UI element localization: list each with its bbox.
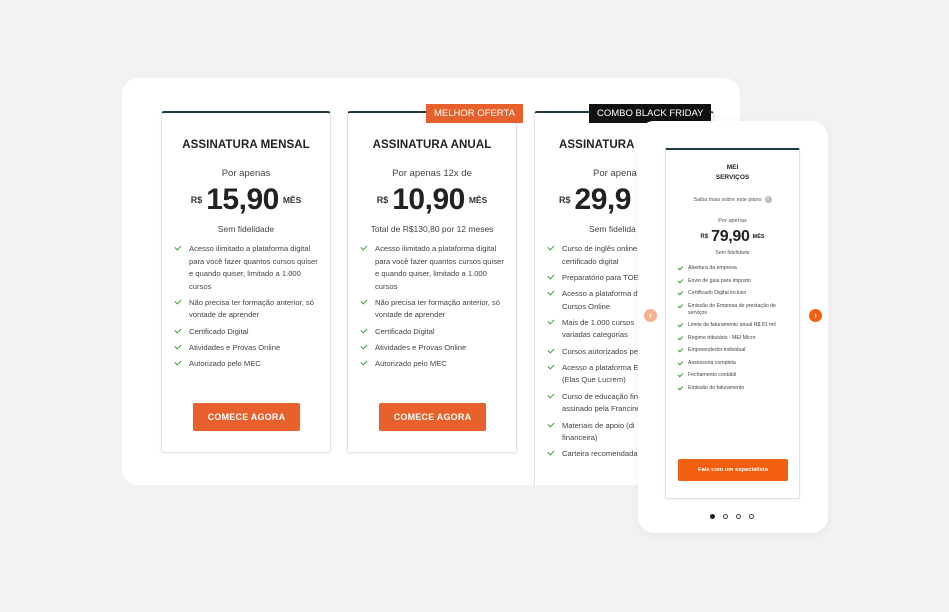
plan-title: ASSINATURA ANUAL (372, 139, 492, 151)
check-icon (677, 347, 683, 354)
check-icon (547, 272, 555, 284)
feature-item: Regime tributário - MEI Micro (677, 335, 793, 342)
carousel-prev-arrow-icon[interactable]: ‹ (644, 309, 657, 322)
check-icon (174, 326, 182, 338)
feature-item: Autorizado pelo MEC (360, 358, 506, 371)
carousel-dot[interactable] (736, 514, 741, 519)
plan-card-monthly: ASSINATURA MENSAL Por apenas R$ 15,90 MÊ… (161, 111, 331, 453)
plan-card-mei: MEI SERVIÇOS Saiba mais sobre este plano… (665, 148, 800, 499)
check-icon (360, 358, 368, 370)
feature-item: Abertura da empresa (677, 265, 793, 272)
feature-item: Não precisa ter formação anterior, só vo… (360, 297, 506, 322)
price-currency: R$ (376, 195, 389, 205)
feature-item: Autorizado pelo MEC (174, 358, 320, 371)
plan-price: R$ 10,90 MÊS (348, 185, 516, 215)
check-icon (360, 326, 368, 338)
check-icon (677, 372, 683, 379)
check-icon (360, 297, 368, 309)
plan-title: ASSINATURA MENSAL (182, 139, 310, 151)
check-icon (547, 288, 555, 300)
check-icon (547, 391, 555, 403)
plan-info-text: Saiba mais sobre este plano (693, 196, 762, 203)
plan-card-annual: ASSINATURA ANUAL Por apenas 12x de R$ 10… (347, 111, 517, 453)
feature-item: Emissão do Empresa de prestação de servi… (677, 303, 793, 317)
check-icon (360, 342, 368, 354)
feature-item: Certificado Digital (174, 326, 320, 339)
mobile-pricing-panel: MEI SERVIÇOS Saiba mais sobre este plano… (638, 121, 828, 533)
talk-to-specialist-button[interactable]: Fale com um especialista (678, 459, 788, 481)
check-icon (174, 297, 182, 309)
feature-item: Acesso ilimitado a plataforma digital pa… (360, 243, 506, 293)
plan-subtitle: Sem fidelidade (217, 224, 275, 234)
check-icon (547, 317, 555, 329)
plan-subtitle: Sem fidelidade (715, 250, 750, 256)
feature-item: Acesso ilimitado a plataforma digital pa… (174, 243, 320, 293)
check-icon (677, 385, 683, 392)
plan-price-prefix: Por apenas (221, 168, 271, 179)
feature-item: Certificado Digital (360, 326, 506, 339)
carousel-next-arrow-icon[interactable]: › (809, 309, 822, 322)
carousel-pagination (710, 514, 754, 519)
plan-info-link[interactable]: Saiba mais sobre este plano i (666, 196, 799, 203)
plan-subtitle: Total de R$130,80 por 12 meses (370, 224, 494, 234)
price-amount: 15,90 (206, 183, 279, 216)
check-icon (547, 243, 555, 255)
plan-title: MEI SERVIÇOS (666, 163, 799, 183)
price-currency: R$ (190, 195, 203, 205)
feature-item: Não precisa ter formação anterior, só vo… (174, 297, 320, 322)
start-now-button[interactable]: COMECE AGORA (379, 403, 486, 431)
check-icon (677, 360, 683, 367)
feature-item: Certificado Digital incluso (677, 290, 793, 297)
feature-item: Limite de faturamento anual R$ 81 mil (677, 322, 793, 329)
price-amount: 10,90 (392, 183, 465, 216)
check-icon (174, 243, 182, 255)
check-icon (677, 278, 683, 285)
check-icon (677, 303, 683, 310)
price-amount: 29,9 (574, 183, 632, 216)
check-icon (547, 362, 555, 374)
carousel-dot[interactable] (723, 514, 728, 519)
price-unit: MÊS (752, 234, 765, 240)
feature-item: Empreendedor individual (677, 347, 793, 354)
feature-item: Emissão do faturamento (677, 385, 793, 392)
price-currency: R$ (559, 195, 571, 205)
feature-list: Abertura da empresa Envio de guia para i… (677, 265, 793, 397)
price-currency: R$ (700, 234, 709, 240)
plan-price: R$ 79,90 MÊS (666, 229, 799, 245)
check-icon (677, 322, 683, 329)
plan-title-line: SERVIÇOS (715, 174, 750, 181)
check-icon (360, 243, 368, 255)
plan-price: R$ 15,90 MÊS (162, 185, 330, 215)
feature-item: Atividades e Provas Online (360, 342, 506, 355)
feature-item: Envio de guia para imposto (677, 278, 793, 285)
plan-price-prefix: Por apenas 12x de (392, 168, 472, 179)
best-offer-badge: MELHOR OFERTA (426, 104, 523, 123)
check-icon (547, 420, 555, 432)
plan-title-line: MEI (726, 164, 739, 171)
feature-item: Assessoria completa (677, 360, 793, 367)
start-now-button[interactable]: COMECE AGORA (193, 403, 300, 431)
check-icon (677, 335, 683, 342)
feature-list: Acesso ilimitado a plataforma digital pa… (174, 243, 320, 374)
price-unit: MÊS (282, 195, 302, 205)
check-icon (677, 265, 683, 272)
check-icon (174, 358, 182, 370)
info-icon[interactable]: i (764, 196, 772, 203)
feature-list: Acesso ilimitado a plataforma digital pa… (360, 243, 506, 374)
check-icon (547, 346, 555, 358)
carousel-dot-active[interactable] (710, 514, 715, 519)
check-icon (547, 448, 555, 460)
feature-item: Fechamento contábil (677, 372, 793, 379)
price-amount: 79,90 (711, 228, 750, 245)
feature-item: Atividades e Provas Online (174, 342, 320, 355)
check-icon (677, 290, 683, 297)
plan-price-prefix: Por apenas (718, 218, 747, 224)
carousel-dot[interactable] (749, 514, 754, 519)
check-icon (174, 342, 182, 354)
price-unit: MÊS (468, 195, 488, 205)
